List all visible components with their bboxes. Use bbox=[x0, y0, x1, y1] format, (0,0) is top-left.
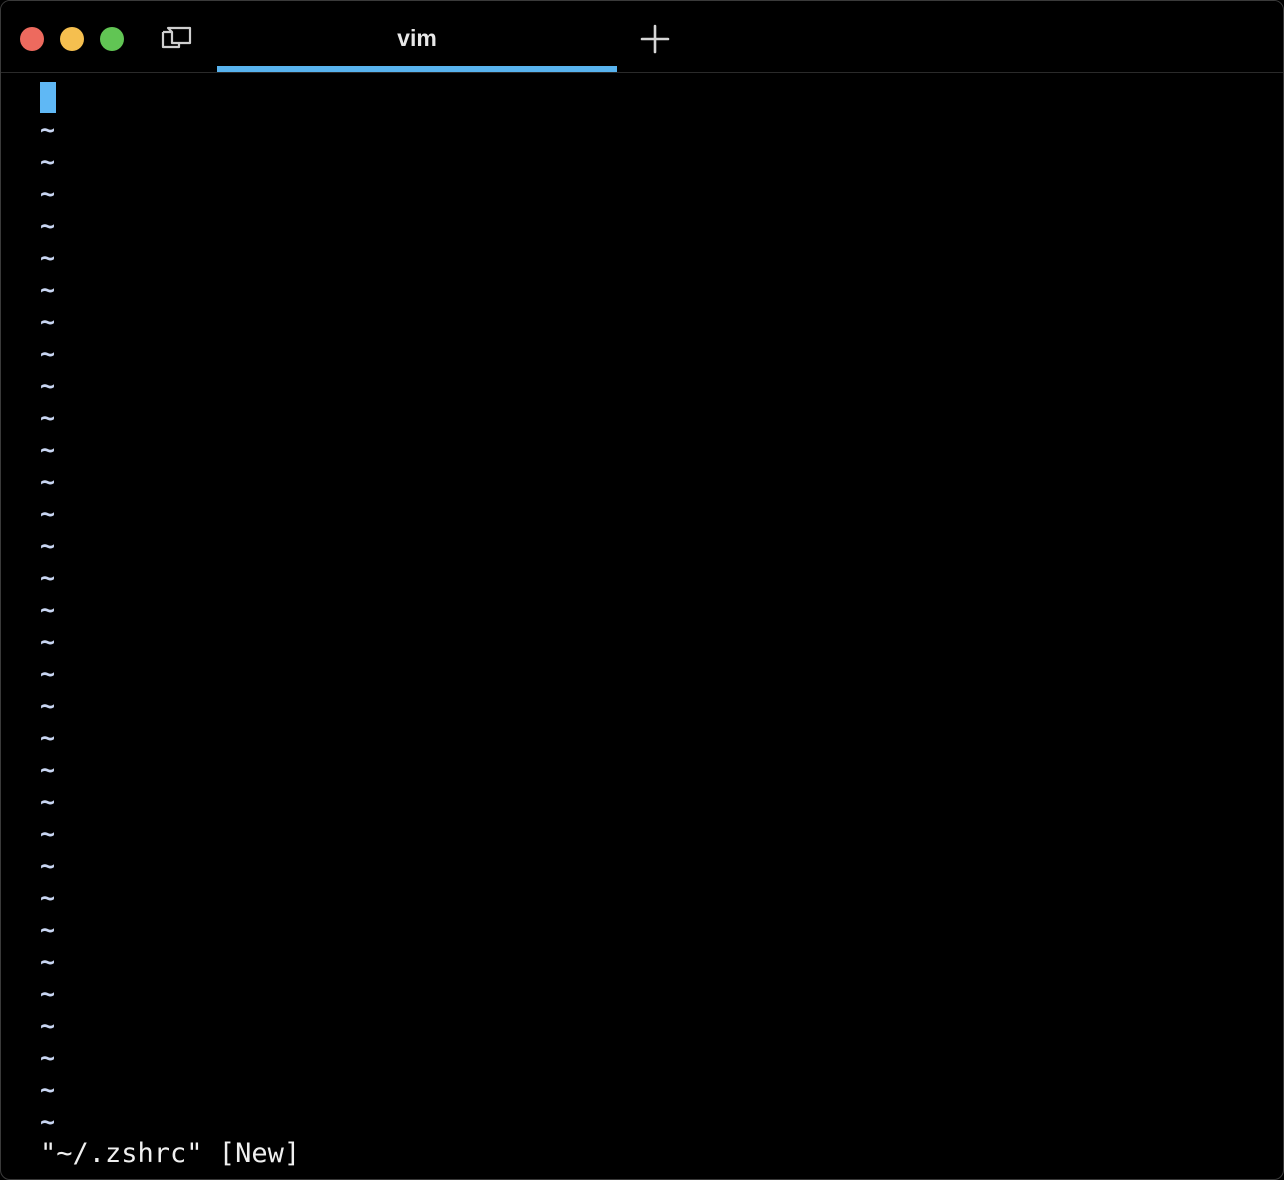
empty-line-tilde: ~ bbox=[40, 179, 56, 208]
empty-line-tilde: ~ bbox=[40, 947, 56, 976]
text-cursor bbox=[40, 82, 56, 113]
empty-line-tilde: ~ bbox=[40, 403, 56, 432]
empty-line-tilde: ~ bbox=[40, 691, 56, 720]
empty-line-tilde: ~ bbox=[40, 435, 56, 464]
empty-line-tilde: ~ bbox=[40, 563, 56, 592]
empty-line-tilde: ~ bbox=[40, 211, 56, 240]
empty-line-tilde: ~ bbox=[40, 915, 56, 944]
tab-overview-icon[interactable] bbox=[159, 23, 195, 53]
empty-line-tilde: ~ bbox=[40, 243, 56, 272]
tab-title: vim bbox=[397, 25, 437, 51]
maximize-window-button[interactable] bbox=[100, 27, 124, 51]
empty-line-tilde: ~ bbox=[40, 627, 56, 656]
tab-vim[interactable]: vim bbox=[217, 1, 617, 72]
empty-line-tilde: ~ bbox=[40, 1075, 56, 1104]
empty-line-tilde: ~ bbox=[40, 787, 56, 816]
empty-line-tilde: ~ bbox=[40, 659, 56, 688]
terminal-window: vim ~ ~ ~ ~ ~ ~ ~ ~ ~ ~ ~ ~ ~ ~ ~ ~ ~ ~ ~ ~ ~ ~ ~ ~ ~ ~ ~ ~ ~ ~ ~ ~ "~/… bbox=[0, 0, 1284, 1180]
empty-line-tilde: ~ bbox=[40, 1043, 56, 1072]
active-tab-indicator bbox=[217, 66, 617, 72]
title-bar: vim bbox=[1, 1, 1283, 73]
empty-line-tilde: ~ bbox=[40, 531, 56, 560]
empty-line-tilde: ~ bbox=[40, 979, 56, 1008]
empty-line-tilde: ~ bbox=[40, 819, 56, 848]
empty-line-tilde: ~ bbox=[40, 115, 56, 144]
minimize-window-button[interactable] bbox=[60, 27, 84, 51]
empty-line-tilde: ~ bbox=[40, 307, 56, 336]
empty-line-tilde: ~ bbox=[40, 1107, 56, 1136]
empty-line-tilde: ~ bbox=[40, 1011, 56, 1040]
empty-line-tilde: ~ bbox=[40, 723, 56, 752]
empty-line-tilde: ~ bbox=[40, 339, 56, 368]
empty-line-tilde: ~ bbox=[40, 147, 56, 176]
empty-line-tilde: ~ bbox=[40, 467, 56, 496]
empty-line-tilde: ~ bbox=[40, 275, 56, 304]
empty-line-tilde: ~ bbox=[40, 499, 56, 528]
vim-status-message: "~/.zshrc" [New] bbox=[40, 1138, 301, 1169]
empty-line-tilde: ~ bbox=[40, 755, 56, 784]
empty-line-tilde: ~ bbox=[40, 595, 56, 624]
empty-line-tilde: ~ bbox=[40, 851, 56, 880]
empty-line-tilde: ~ bbox=[40, 371, 56, 400]
empty-line-tilde: ~ bbox=[40, 883, 56, 912]
close-window-button[interactable] bbox=[20, 27, 44, 51]
plus-icon[interactable] bbox=[639, 23, 671, 55]
vim-editor[interactable]: ~ ~ ~ ~ ~ ~ ~ ~ ~ ~ ~ ~ ~ ~ ~ ~ ~ ~ ~ ~ ~ ~ ~ ~ ~ ~ ~ ~ ~ ~ ~ ~ bbox=[40, 82, 1270, 1137]
empty-line-markers: ~ ~ ~ ~ ~ ~ ~ ~ ~ ~ ~ ~ ~ ~ ~ ~ ~ ~ ~ ~ ~ ~ ~ ~ ~ ~ ~ ~ ~ ~ ~ ~ bbox=[40, 114, 55, 1138]
